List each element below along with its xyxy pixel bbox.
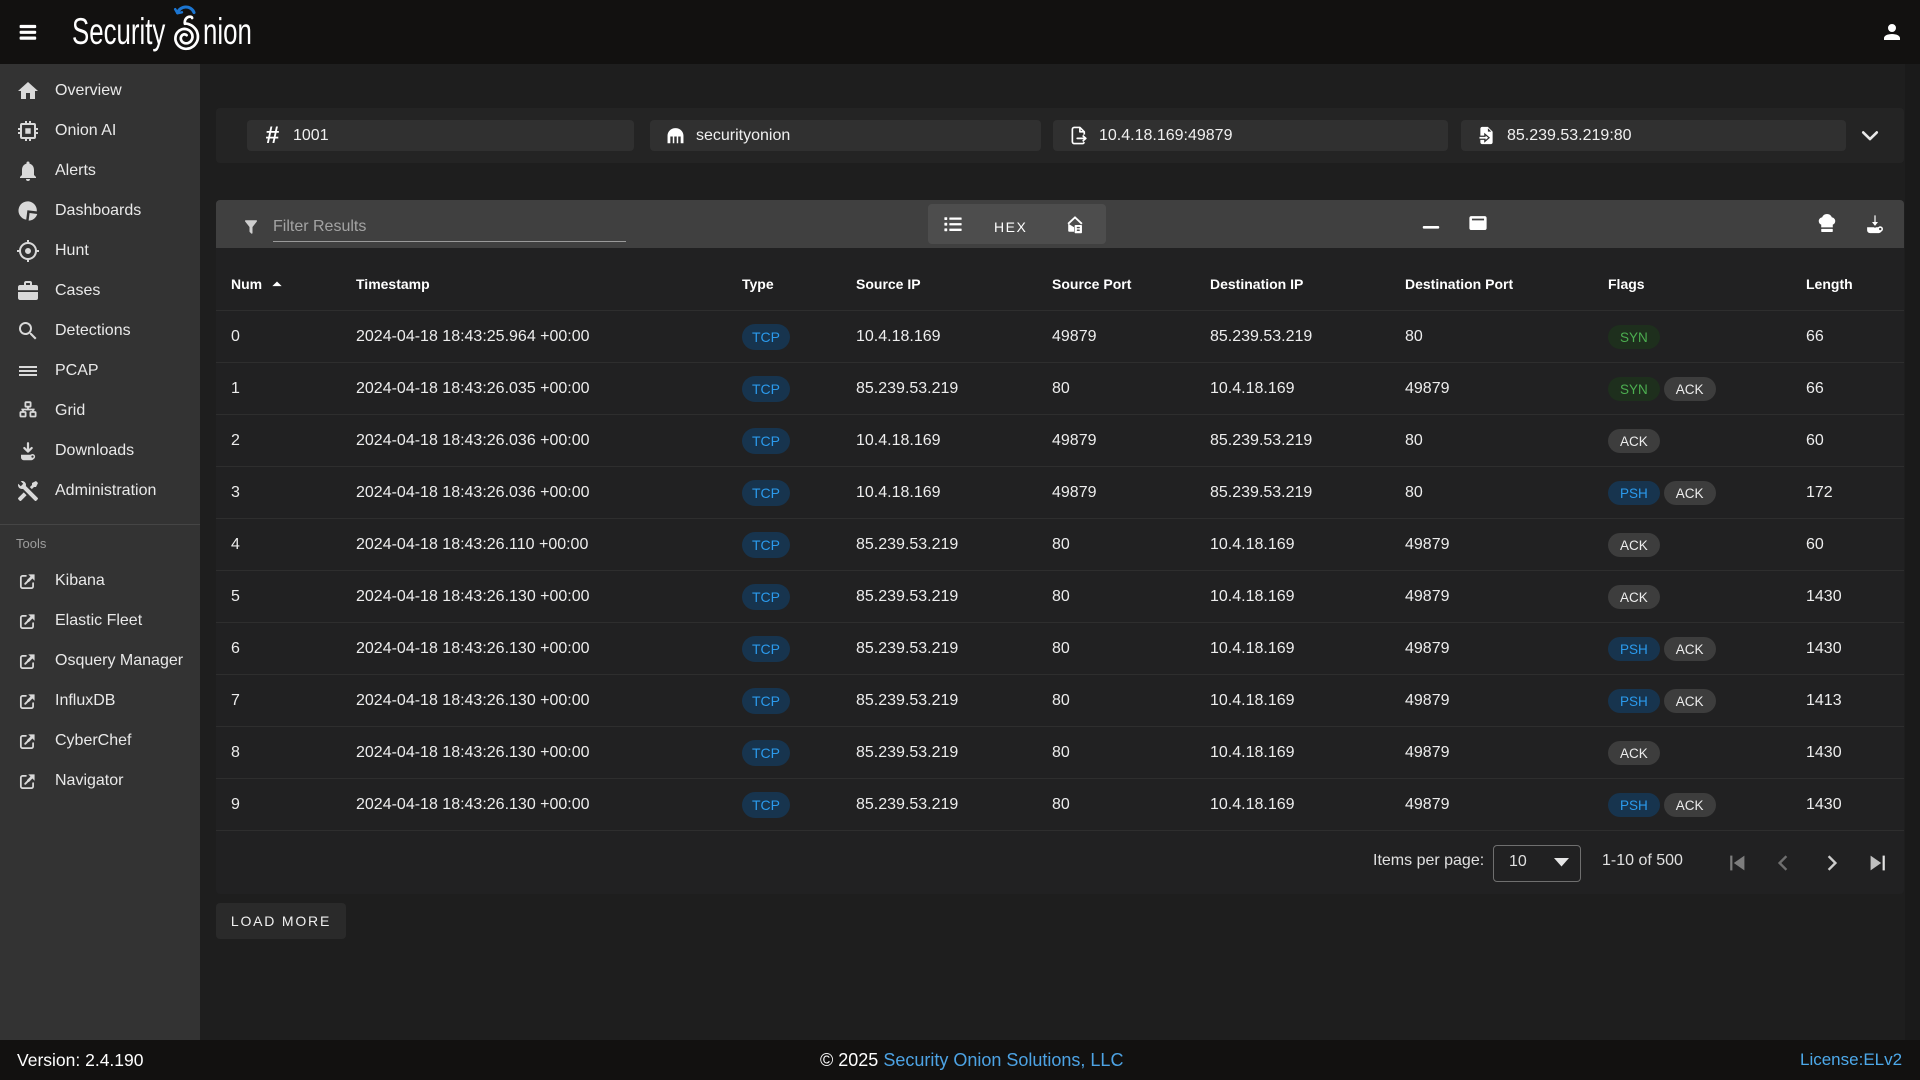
svg-text:#: # bbox=[266, 125, 280, 146]
